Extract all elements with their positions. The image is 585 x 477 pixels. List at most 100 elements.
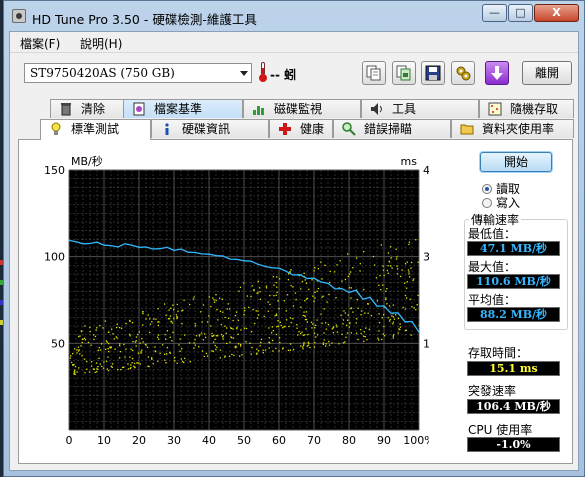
- access-time-point: [193, 342, 195, 344]
- tab-tools[interactable]: 工具: [361, 99, 479, 118]
- maximize-button[interactable]: □: [508, 4, 533, 22]
- access-time-point: [93, 338, 95, 341]
- access-time-point: [115, 326, 118, 329]
- access-time-point: [74, 373, 76, 375]
- access-time-point: [307, 333, 309, 336]
- access-time-point: [350, 287, 352, 289]
- access-time-point: [231, 353, 233, 356]
- copy-screenshot-button[interactable]: [392, 61, 416, 85]
- access-time-point: [73, 363, 75, 366]
- access-time-point: [312, 295, 314, 297]
- write-label[interactable]: 寫入: [496, 194, 520, 211]
- access-time-point: [386, 288, 388, 290]
- access-time-point: [194, 323, 196, 325]
- access-time-point: [202, 339, 205, 341]
- access-time-point: [73, 348, 76, 350]
- tab-disk-monitor[interactable]: 磁碟監視: [243, 99, 361, 118]
- tab-erase[interactable]: 清除: [50, 99, 131, 118]
- access-time-point: [350, 307, 353, 309]
- access-time-point: [98, 357, 100, 359]
- access-time-point: [78, 349, 80, 351]
- access-time-point: [117, 368, 119, 371]
- save-button[interactable]: [421, 61, 445, 85]
- access-time-point: [386, 269, 389, 272]
- access-time-point: [352, 311, 354, 313]
- access-time-point: [219, 349, 222, 351]
- start-button[interactable]: 開始: [480, 152, 552, 172]
- drive-select[interactable]: ST9750420AS (750 GB): [24, 63, 252, 83]
- download-arrow-icon: [491, 66, 503, 80]
- access-time-point: [407, 269, 410, 271]
- access-time-point: [275, 294, 277, 296]
- access-time-point: [341, 333, 343, 335]
- access-time-point: [193, 296, 195, 298]
- access-time-point: [350, 297, 352, 299]
- access-time-point: [109, 346, 111, 348]
- access-time-point: [198, 335, 200, 337]
- tab-folder-usage[interactable]: 資料夾使用率: [451, 119, 574, 138]
- access-time-value: 15.1 ms: [467, 361, 560, 376]
- access-time-point: [408, 241, 411, 243]
- access-time-point: [195, 335, 198, 337]
- access-time-point: [307, 344, 309, 346]
- access-time-point: [130, 348, 132, 350]
- access-time-point: [391, 267, 393, 269]
- access-time-point: [182, 360, 184, 363]
- tab-file-benchmark[interactable]: 檔案基準: [123, 99, 243, 118]
- read-radio[interactable]: [482, 184, 492, 194]
- access-time-point: [305, 311, 308, 313]
- access-time-point: [303, 311, 305, 313]
- access-time-point: [301, 331, 303, 333]
- download-button[interactable]: [485, 61, 509, 85]
- tab-health[interactable]: 健康: [269, 119, 333, 138]
- access-time-point: [139, 342, 141, 344]
- access-time-point: [78, 335, 80, 338]
- access-time-point: [221, 298, 223, 300]
- tab-benchmark[interactable]: 標準測試: [40, 119, 151, 140]
- info-icon: [165, 123, 169, 135]
- access-time-point: [149, 331, 151, 334]
- access-time-point: [276, 286, 278, 288]
- cpu-usage-value: -1.0%: [467, 437, 560, 452]
- access-time-point: [132, 357, 134, 360]
- access-time-point: [392, 304, 394, 306]
- tab-drive-info[interactable]: 硬碟資訊: [151, 119, 269, 138]
- copy-info-button[interactable]: [362, 61, 386, 85]
- access-time-point: [129, 367, 132, 369]
- access-time-point: [313, 346, 316, 348]
- access-time-point: [378, 313, 380, 315]
- access-time-point: [332, 332, 335, 334]
- access-time-point: [219, 357, 221, 359]
- access-time-point: [402, 306, 404, 309]
- close-button[interactable]: X: [534, 4, 579, 22]
- access-time-point: [302, 344, 305, 347]
- benchmark-chart-svg: MB/秒 ms 50 100 150 15 30 45 0 10 20 30 40 50 60 70 80 90 1…: [44, 154, 429, 447]
- exit-button[interactable]: 離開: [522, 61, 572, 85]
- access-time-point: [106, 368, 109, 370]
- minimize-button[interactable]: —: [482, 4, 507, 22]
- access-time-point: [107, 350, 110, 353]
- access-time-point: [97, 368, 99, 370]
- access-time-point: [290, 321, 292, 324]
- access-time-point: [382, 269, 385, 271]
- access-time-point: [267, 301, 269, 303]
- menu-file[interactable]: 檔案(F): [20, 35, 60, 52]
- access-time-point: [303, 341, 305, 344]
- chevron-down-icon: [240, 71, 248, 76]
- tab-error-scan[interactable]: 錯誤掃瞄: [333, 119, 451, 138]
- write-radio[interactable]: [482, 198, 492, 208]
- menu-help[interactable]: 說明(H): [80, 35, 122, 52]
- access-time-point: [208, 296, 210, 298]
- tab-label: 資料夾使用率: [482, 122, 555, 136]
- options-button[interactable]: [451, 61, 475, 85]
- tab-random-access[interactable]: 隨機存取: [479, 99, 574, 118]
- access-time-point: [236, 326, 238, 329]
- title-bar[interactable]: HD Tune Pro 3.50 - 硬碟檢測-維護工具 — □ X: [4, 1, 584, 31]
- access-time-point: [335, 324, 337, 326]
- access-time-point: [304, 279, 306, 281]
- access-time-point: [158, 321, 160, 323]
- access-time-point: [416, 303, 418, 306]
- access-time-point: [216, 346, 218, 348]
- access-time-point: [403, 282, 406, 284]
- access-time-point: [142, 324, 144, 326]
